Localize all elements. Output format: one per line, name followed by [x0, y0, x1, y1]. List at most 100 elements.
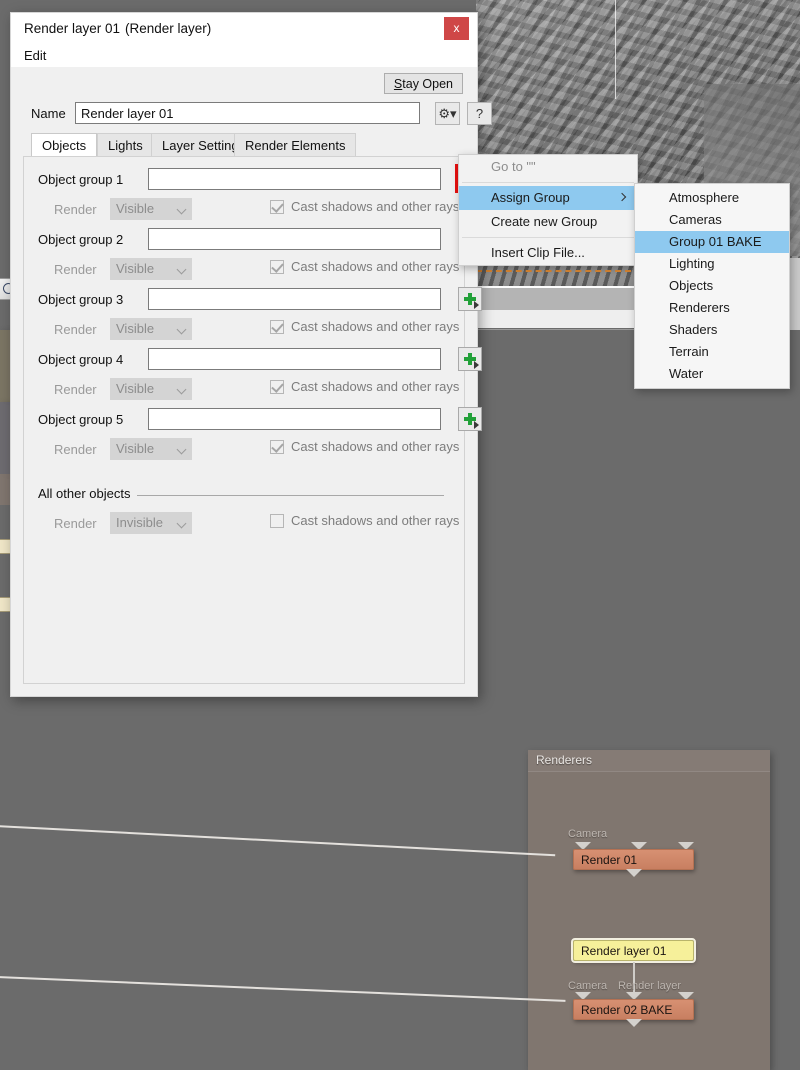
render-visibility-value-4: Visible	[116, 381, 155, 396]
render-label-2: Render	[54, 262, 97, 277]
object-group-row-2: Object group 2	[38, 225, 482, 255]
render-row-all-other: Render Invisible Cast shadows and other …	[38, 509, 459, 539]
node-render-layer-01[interactable]: Render layer 01	[571, 938, 696, 963]
object-group-3-input[interactable]	[148, 288, 441, 310]
context-menu-item-create-new-group[interactable]: Create new Group	[459, 210, 637, 234]
cast-shadows-checkbox-all-other[interactable]	[270, 514, 284, 528]
tab-render-elements[interactable]: Render Elements	[234, 133, 357, 157]
object-group-5-label: Object group 5	[38, 412, 124, 427]
context-menu-item-assign-group[interactable]: Assign Group	[459, 186, 637, 210]
object-group-row-1: Object group 1	[38, 164, 492, 195]
render-visibility-value-3: Visible	[116, 321, 155, 336]
stay-open-button[interactable]: Stay Open	[383, 73, 463, 94]
render-row-1: Render Visible Cast shadows and other ra…	[38, 195, 459, 225]
object-group-row-3: Object group 3	[38, 285, 482, 315]
render-visibility-select-all-other[interactable]: Invisible	[110, 512, 192, 534]
object-group-2-input[interactable]	[148, 228, 441, 250]
wire-camera-to-render-02	[0, 976, 566, 1002]
name-row: Name ⚙▾ ?	[23, 99, 492, 131]
node-group-title: Renderers	[528, 750, 770, 772]
render-row-2: Render Visible Cast shadows and other ra…	[38, 255, 459, 285]
menu-item-edit[interactable]: Edit	[24, 45, 46, 67]
help-icon[interactable]: ?	[467, 102, 492, 125]
submenu-item-atmosphere[interactable]: Atmosphere	[635, 187, 789, 209]
cast-shadows-label-1: Cast shadows and other rays	[291, 199, 460, 214]
cursor-arrow-icon	[474, 301, 479, 309]
node-render-01[interactable]: Render 01	[573, 849, 694, 870]
cast-shadows-checkbox-1[interactable]	[270, 200, 284, 214]
add-group-5-button[interactable]	[458, 407, 482, 431]
render-visibility-select-2[interactable]: Visible	[110, 258, 192, 280]
context-menu-label-assign-group: Assign Group	[491, 190, 570, 205]
object-group-5-input[interactable]	[148, 408, 441, 430]
node-render-02-bake[interactable]: Render 02 BAKE	[573, 999, 694, 1020]
cast-shadows-checkbox-4[interactable]	[270, 380, 284, 394]
submenu-item-water[interactable]: Water	[635, 363, 789, 385]
dialog-title: Render layer 01	[24, 21, 121, 36]
render-row-4: Render Visible Cast shadows and other ra…	[38, 375, 459, 405]
object-group-4-input[interactable]	[148, 348, 441, 370]
context-menu-item-insert-clip-file[interactable]: Insert Clip File...	[459, 241, 637, 265]
render-visibility-value-5: Visible	[116, 441, 155, 456]
cast-shadows-label-4: Cast shadows and other rays	[291, 379, 460, 394]
context-menu[interactable]: Go to "" Assign Group Create new Group I…	[458, 154, 638, 266]
submenu-item-objects[interactable]: Objects	[635, 275, 789, 297]
render-visibility-select-5[interactable]: Visible	[110, 438, 192, 460]
render-visibility-select-3[interactable]: Visible	[110, 318, 192, 340]
wire-camera-to-render-01	[0, 825, 556, 856]
submenu-item-lighting[interactable]: Lighting	[635, 253, 789, 275]
objects-tab-panel: Object group 1 Render Visible Cast shado…	[23, 156, 492, 684]
port-render-01-out	[626, 869, 642, 877]
cursor-arrow-icon	[474, 361, 479, 369]
close-button[interactable]: x	[444, 17, 469, 40]
object-group-1-input[interactable]	[148, 168, 441, 190]
stay-open-row: Stay Open	[23, 67, 465, 99]
render-label-5: Render	[54, 442, 97, 457]
submenu-item-renderers[interactable]: Renderers	[635, 297, 789, 319]
name-label: Name	[31, 106, 66, 121]
submenu-item-cameras[interactable]: Cameras	[635, 209, 789, 231]
render-visibility-select-4[interactable]: Visible	[110, 378, 192, 400]
submenu-item-shaders[interactable]: Shaders	[635, 319, 789, 341]
render-visibility-value-2: Visible	[116, 261, 155, 276]
context-menu-item-go-to: Go to ""	[491, 159, 536, 174]
render-label-all-other: Render	[54, 516, 97, 531]
tab-bar[interactable]: Objects Lights Layer Settings Render Ele…	[23, 133, 465, 157]
add-group-4-button[interactable]	[458, 347, 482, 371]
chevron-down-icon	[176, 264, 187, 275]
assign-group-submenu[interactable]: Atmosphere Cameras Group 01 BAKE Lightin…	[634, 183, 790, 389]
node-group-renderers[interactable]: Renderers Camera Render 01 Render layer …	[0, 750, 770, 1070]
cast-shadows-checkbox-3[interactable]	[270, 320, 284, 334]
chevron-down-icon	[176, 384, 187, 395]
cast-shadows-label-all-other: Cast shadows and other rays	[291, 513, 460, 528]
cast-shadows-checkbox-2[interactable]	[270, 260, 284, 274]
port-label-camera-bottom: Camera	[568, 980, 608, 992]
context-menu-separator-1	[462, 182, 634, 183]
stay-open-label: tay Open	[402, 76, 453, 91]
render-visibility-select-1[interactable]: Visible	[110, 198, 192, 220]
cast-shadows-label-3: Cast shadows and other rays	[291, 319, 460, 334]
tab-lights[interactable]: Lights	[97, 133, 154, 157]
chevron-down-icon	[176, 324, 187, 335]
cursor-arrow-icon	[474, 421, 479, 429]
render-visibility-value-1: Visible	[116, 201, 155, 216]
cast-shadows-checkbox-5[interactable]	[270, 440, 284, 454]
object-group-2-label: Object group 2	[38, 232, 124, 247]
add-group-3-button[interactable]	[458, 287, 482, 311]
render-layer-dialog[interactable]: Render layer 01 (Render layer) x Edit St…	[10, 12, 492, 697]
name-input[interactable]	[75, 102, 420, 124]
submenu-item-terrain[interactable]: Terrain	[635, 341, 789, 363]
dialog-subtitle: (Render layer)	[125, 21, 212, 36]
submenu-item-group-01-bake[interactable]: Group 01 BAKE	[635, 231, 789, 253]
chevron-down-icon	[176, 204, 187, 215]
render-row-3: Render Visible Cast shadows and other ra…	[38, 315, 459, 345]
render-visibility-value-all-other: Invisible	[116, 515, 163, 530]
chevron-right-icon	[617, 192, 627, 202]
tab-objects[interactable]: Objects	[31, 133, 98, 157]
dialog-menubar[interactable]: Edit	[11, 45, 477, 67]
gear-icon[interactable]: ⚙▾	[435, 102, 460, 125]
object-group-3-label: Object group 3	[38, 292, 124, 307]
object-group-1-label: Object group 1	[38, 172, 124, 187]
cast-shadows-label-5: Cast shadows and other rays	[291, 439, 460, 454]
chevron-down-icon	[176, 444, 187, 455]
